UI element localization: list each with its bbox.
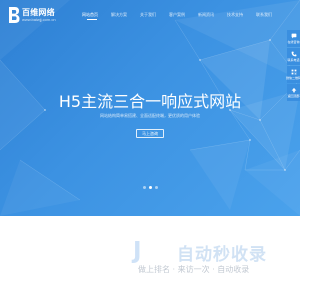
nav-item-news[interactable]: 新闻资讯 — [194, 10, 218, 19]
side-online-consult[interactable]: 在线咨询 — [287, 30, 300, 47]
watermark: J 自动秒收录 做上排名 · 来访一次 · 自动收录 — [133, 238, 283, 278]
slider-dot-1[interactable] — [142, 186, 146, 189]
watermark-subtitle: 做上排名 · 来访一次 · 自动收录 — [138, 265, 250, 274]
hero-banner: 百维网络 www.baiwjj.com.cn 网站首页 解决方案 关于我们 客户… — [0, 0, 300, 216]
slider-pagination — [0, 186, 300, 189]
consult-button[interactable]: 马上咨询 — [136, 129, 164, 138]
nav-item-contact[interactable]: 联系我们 — [252, 10, 276, 19]
side-item-label: 在线咨询 — [287, 40, 300, 44]
watermark-mark: J — [133, 238, 142, 264]
nav-item-cases[interactable]: 客户案例 — [165, 10, 189, 19]
slider-dot-3[interactable] — [154, 186, 158, 189]
side-item-label: 微信二维码 — [286, 76, 302, 80]
hero-subtitle: 网站结构简单易搭建、全面适配终端，更优质的用户体验 — [100, 113, 200, 118]
brand-url: www.baiwjj.com.cn — [22, 16, 56, 22]
qrcode-icon — [291, 69, 296, 75]
side-phone[interactable]: 联系电话 — [287, 48, 300, 65]
nav-item-about[interactable]: 关于我们 — [136, 10, 160, 19]
chat-icon — [291, 33, 296, 39]
side-wechat-qr[interactable]: 微信二维码 — [286, 66, 302, 83]
side-item-label: 返回顶部 — [287, 94, 300, 98]
side-back-to-top[interactable]: 返回顶部 — [287, 84, 300, 101]
nav-item-solutions[interactable]: 解决方案 — [107, 10, 131, 19]
slider-dot-2[interactable] — [148, 186, 152, 189]
nav-item-support[interactable]: 技术支持 — [223, 10, 247, 19]
main-nav: 网站首页 解决方案 关于我们 客户案例 新闻资讯 技术支持 联系我们 — [78, 10, 280, 20]
brand-logo[interactable]: 百维网络 www.baiwjj.com.cn — [8, 6, 56, 24]
arrow-up-icon — [291, 87, 296, 93]
logo-b-icon — [9, 7, 20, 23]
nav-item-home[interactable]: 网站首页 — [78, 10, 102, 19]
nav-active-indicator — [87, 19, 97, 20]
watermark-title: 自动秒收录 — [177, 245, 267, 265]
brand-name: 百维网络 — [22, 7, 55, 17]
hero-title: H5主流三合一响应式网站 — [58, 92, 242, 111]
phone-icon — [291, 51, 296, 57]
side-item-label: 联系电话 — [287, 58, 300, 62]
floating-side-bar: 在线咨询 联系电话 微信二维码 返回顶部 — [286, 30, 302, 102]
